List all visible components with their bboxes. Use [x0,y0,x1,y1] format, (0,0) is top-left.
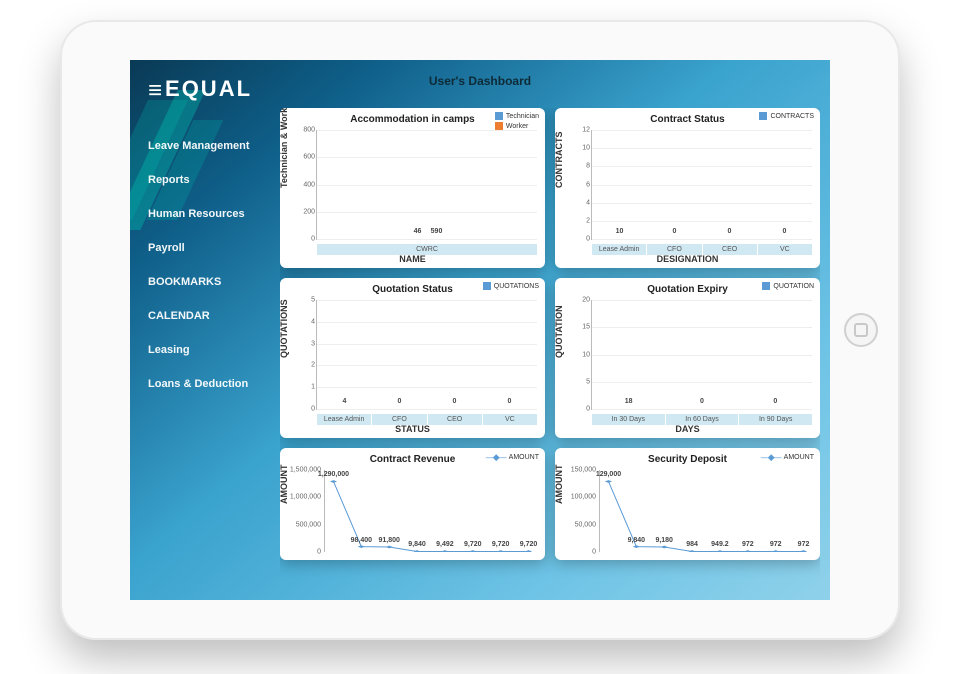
card-security-deposit: Security Deposit AMOUNT AMOUNT 050,00010… [555,448,820,560]
legend-item: QUOTATION [762,282,814,290]
legend-item: CONTRACTS [759,112,814,120]
y-axis-label: CONTRACTS [554,132,564,189]
legend-item: QUOTATIONS [483,282,539,290]
card-quotation-status: Quotation Status QUOTATIONS STATUS QUOTA… [280,278,545,438]
chart-plot: 0500,0001,000,0001,500,0001,290,00098,40… [324,470,537,552]
chart-plot: 012345Lease AdminCFOCEOVC4000 [316,300,537,410]
y-axis-label: QUOTATION [554,305,564,358]
legend-item: Worker [495,122,539,130]
x-axis-label: NAME [280,254,545,264]
sidebar-item-leave-management[interactable]: Leave Management [148,140,270,152]
sidebar: Leave Management Reports Human Resources… [130,140,270,390]
chart-plot: 050,000100,000150,000129,0009,8409,18098… [599,470,812,552]
card-quotation-expiry: Quotation Expiry QUOTATION DAYS QUOTATIO… [555,278,820,438]
sidebar-item-calendar[interactable]: CALENDAR [148,310,270,322]
sidebar-item-payroll[interactable]: Payroll [148,242,270,254]
y-axis-label: Technician & Worker [280,108,289,188]
legend: QUOTATIONS [483,282,539,292]
legend-item: AMOUNT [761,452,814,463]
x-axis-label: DESIGNATION [555,254,820,264]
sidebar-item-bookmarks[interactable]: BOOKMARKS [148,276,270,288]
chart-plot: 024681012Lease AdminCFOCEOVC10000 [591,130,812,240]
y-axis-label: QUOTATIONS [280,299,289,358]
sidebar-item-leasing[interactable]: Leasing [148,344,270,356]
screen: EQUAL User's Dashboard Leave Management … [130,60,830,600]
sidebar-item-loans-deduction[interactable]: Loans & Deduction [148,378,270,390]
chart-plot: 05101520In 30 DaysIn 60 DaysIn 90 Days18… [591,300,812,410]
tablet-home-button[interactable] [844,313,878,347]
legend: QUOTATION [762,282,814,292]
card-accommodation: Accommodation in camps Technician & Work… [280,108,545,268]
page-title: User's Dashboard [130,74,830,88]
sidebar-item-reports[interactable]: Reports [148,174,270,186]
legend: Technician Worker [495,112,539,132]
dashboard-grid: Accommodation in camps Technician & Work… [280,108,820,592]
legend-item: Technician [495,112,539,120]
x-axis-label: STATUS [280,424,545,434]
legend: CONTRACTS [759,112,814,122]
sidebar-item-human-resources[interactable]: Human Resources [148,208,270,220]
legend-item: AMOUNT [486,452,539,463]
chart-plot: 0200400600800CWRC46590 [316,130,537,240]
x-axis-label: DAYS [555,424,820,434]
tablet-bezel: EQUAL User's Dashboard Leave Management … [60,20,900,640]
card-contract-revenue: Contract Revenue AMOUNT AMOUNT 0500,0001… [280,448,545,560]
card-contract-status: Contract Status CONTRACTS DESIGNATION CO… [555,108,820,268]
